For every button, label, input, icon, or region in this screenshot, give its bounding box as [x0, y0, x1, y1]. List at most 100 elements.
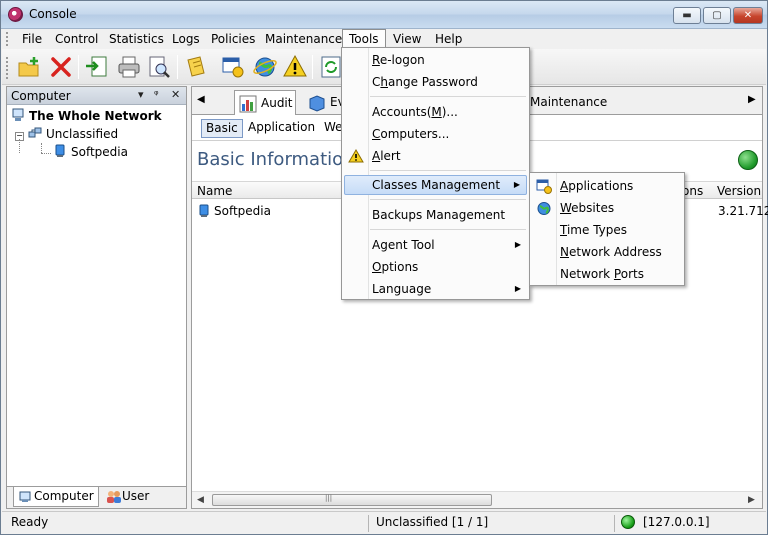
- status-separator: [614, 515, 615, 532]
- applications-accel: A: [560, 179, 569, 193]
- tab-computer[interactable]: Computer: [13, 487, 99, 507]
- delete-icon[interactable]: [48, 54, 74, 80]
- tabs-right-arrow[interactable]: ▶: [748, 94, 756, 105]
- menu-item-relogon[interactable]: Re-logon: [344, 50, 527, 70]
- computer-icon: [199, 204, 209, 217]
- menu-item-options[interactable]: Options: [344, 257, 527, 277]
- agent-tool-label: Agent Tool: [372, 238, 435, 252]
- new-folder-icon[interactable]: [16, 54, 42, 80]
- scroll-left-icon[interactable]: ◀: [197, 495, 204, 505]
- menu-help[interactable]: Help: [430, 31, 467, 47]
- tab-audit-label: Audit: [261, 96, 293, 110]
- submenu-item-time-types[interactable]: Time Types: [532, 220, 682, 240]
- maximize-button[interactable]: ▢: [703, 7, 731, 24]
- computers-post: omputers...: [380, 127, 450, 141]
- tree-line: [41, 153, 51, 154]
- websites-post: ebsites: [571, 201, 615, 215]
- alert-post: lert: [380, 149, 401, 163]
- menu-grip: [6, 32, 9, 46]
- submenu-item-websites[interactable]: Websites: [532, 198, 682, 218]
- network-icon: [12, 108, 24, 121]
- applications-icon: [536, 179, 552, 194]
- menu-file[interactable]: File: [17, 31, 47, 47]
- tree-line: [41, 143, 42, 153]
- print-preview-icon[interactable]: [146, 54, 172, 80]
- status-bar: Ready Unclassified [1 / 1] [127.0.0.1]: [2, 511, 766, 534]
- tree-computer-label: Softpedia: [71, 145, 128, 159]
- pin-icon[interactable]: ᵠ: [154, 88, 159, 101]
- submenu-item-applications[interactable]: Applications: [532, 176, 682, 196]
- col-options[interactable]: ons: [682, 184, 703, 198]
- menu-bar: File Control Statistics Logs Policies Ma…: [2, 29, 766, 49]
- menu-separator: [370, 170, 526, 171]
- menu-view[interactable]: View: [388, 31, 426, 47]
- tab-computer-label: Computer: [34, 489, 94, 503]
- submenu-item-network-address[interactable]: Network Address: [532, 242, 682, 262]
- tab-events[interactable]: Ev: [304, 90, 345, 115]
- computer-panel-title: Computer: [11, 89, 71, 103]
- tab-audit[interactable]: Audit: [234, 90, 296, 115]
- tab-user[interactable]: User: [102, 487, 162, 507]
- user-tab-icon: [107, 491, 121, 503]
- menu-item-classes-management[interactable]: Classes Management ▶: [344, 175, 527, 195]
- menu-statistics[interactable]: Statistics: [104, 31, 169, 47]
- network-ports-pre: Network: [560, 267, 614, 281]
- menu-item-alert[interactable]: Alert: [344, 146, 527, 166]
- submenu-item-network-ports[interactable]: Network Ports: [532, 264, 682, 284]
- menu-item-agent-tool[interactable]: Agent Tool ▶: [344, 235, 527, 255]
- subtab-application[interactable]: Application: [244, 119, 319, 138]
- connection-status-icon: [621, 515, 635, 529]
- menu-tools[interactable]: Tools: [342, 29, 386, 49]
- col-version[interactable]: Version: [717, 184, 761, 198]
- menu-separator: [370, 199, 526, 200]
- menu-logs[interactable]: Logs: [167, 31, 205, 47]
- status-separator: [368, 515, 369, 532]
- status-list-icon[interactable]: [738, 150, 758, 170]
- app-icon: [8, 7, 23, 22]
- tools-menu: Re-logon Change Password Accounts(M)... …: [341, 47, 530, 300]
- tree-root[interactable]: The Whole Network: [11, 107, 162, 125]
- websites-icon[interactable]: [252, 54, 278, 80]
- menu-maintenance[interactable]: Maintenance: [260, 31, 347, 47]
- menu-item-change-password[interactable]: Change Password: [344, 72, 527, 92]
- tree-group-unclassified[interactable]: − Unclassified: [15, 125, 119, 143]
- network-ports-accel: P: [613, 267, 621, 281]
- alert-icon[interactable]: [282, 54, 308, 80]
- tab-maintenance[interactable]: Maintenance: [530, 90, 607, 115]
- menu-item-computers[interactable]: Computers...: [344, 124, 527, 144]
- accounts-accel: M: [431, 105, 442, 119]
- panel-close-icon[interactable]: ✕: [171, 88, 180, 101]
- scroll-thumb[interactable]: [212, 494, 492, 506]
- edit-note-icon[interactable]: [184, 54, 210, 80]
- menu-separator: [370, 96, 526, 97]
- tree-root-label: The Whole Network: [29, 109, 162, 123]
- menu-item-accounts[interactable]: Accounts(M)...: [344, 102, 527, 122]
- time-types-post: ime Types: [566, 223, 628, 237]
- tree-computer-softpedia[interactable]: Softpedia: [53, 143, 128, 161]
- printer-icon[interactable]: [116, 54, 142, 80]
- scroll-right-icon[interactable]: ▶: [748, 495, 755, 505]
- network-address-accel: N: [560, 245, 569, 259]
- group-icon: [28, 127, 42, 138]
- panel-dropdown-icon[interactable]: ▾: [138, 88, 144, 101]
- tabs-left-arrow[interactable]: ◀: [197, 94, 205, 105]
- col-name[interactable]: Name: [197, 184, 232, 198]
- accounts-pre: Accounts(: [372, 105, 432, 119]
- menu-policies[interactable]: Policies: [206, 31, 260, 47]
- horizontal-scrollbar[interactable]: ◀ ||| ▶: [192, 491, 762, 508]
- status-text: Ready: [11, 515, 49, 529]
- close-button[interactable]: ✕: [733, 7, 763, 24]
- subtab-basic[interactable]: Basic: [201, 119, 243, 138]
- toolbar-separator: [312, 55, 313, 79]
- computer-icon: [55, 144, 65, 157]
- menu-item-backups-management[interactable]: Backups Management: [344, 205, 527, 225]
- time-types-accel: T: [560, 223, 567, 237]
- applications-icon[interactable]: [220, 54, 246, 80]
- relogon-accel: R: [372, 53, 380, 67]
- alert-accel: A: [372, 149, 381, 163]
- menu-control[interactable]: Control: [50, 31, 103, 47]
- minimize-button[interactable]: ▬: [673, 7, 701, 24]
- language-label: Language: [372, 282, 432, 296]
- menu-item-language[interactable]: Language ▶: [344, 279, 527, 299]
- import-icon[interactable]: [84, 54, 110, 80]
